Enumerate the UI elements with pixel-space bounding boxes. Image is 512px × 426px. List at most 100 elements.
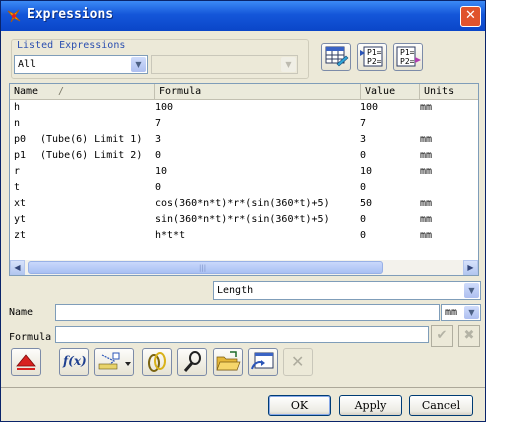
table-row[interactable]: h 100 100 mm xyxy=(10,100,478,116)
column-name-label: Name xyxy=(14,86,39,97)
export-file-button[interactable] xyxy=(248,348,278,376)
row-value: 0 xyxy=(360,182,367,193)
function-icon: f(x) xyxy=(63,354,87,368)
chevron-down-icon[interactable]: ▼ xyxy=(131,57,146,72)
scroll-left-button[interactable]: ◀ xyxy=(10,260,25,275)
row-value: 0 xyxy=(360,214,367,225)
column-value-label: Value xyxy=(365,86,396,97)
table-row[interactable]: p1 (Tube(6) Limit 2) 0 0 mm xyxy=(10,148,478,164)
row-units: mm xyxy=(420,166,433,177)
row-formula: 7 xyxy=(155,118,162,129)
chevron-down-icon[interactable]: ▼ xyxy=(464,306,479,319)
folder-open-icon xyxy=(216,351,241,371)
table-row[interactable]: xt cos(360*n*t)*r*(sin(360*t)+5) 50 mm xyxy=(10,196,478,212)
row-name: p0 xyxy=(14,134,27,145)
accept-formula-button[interactable]: ✔ xyxy=(431,325,453,347)
app-icon xyxy=(7,9,21,23)
name-input[interactable] xyxy=(55,304,440,321)
table-row[interactable]: r 10 10 mm xyxy=(10,164,478,180)
row-units: mm xyxy=(420,102,433,113)
delete-icon: ✕ xyxy=(291,352,305,371)
row-value: 50 xyxy=(360,198,373,209)
units-select[interactable]: mm ▼ xyxy=(441,304,481,321)
title-bar[interactable]: Expressions ✕ xyxy=(1,1,485,31)
function-button[interactable]: f(x) xyxy=(59,348,89,376)
chevron-down-icon[interactable]: ▼ xyxy=(464,283,479,298)
row-value: 3 xyxy=(360,134,367,145)
dimension-type-value: Length xyxy=(217,285,254,296)
row-units: mm xyxy=(420,230,433,241)
reject-formula-button[interactable]: ✖ xyxy=(458,325,480,347)
import-p1-label: P1= xyxy=(400,48,415,57)
formula-input[interactable] xyxy=(55,326,429,343)
row-formula: 100 xyxy=(155,102,174,113)
link-icon xyxy=(148,352,166,372)
table-row[interactable]: yt sin(360*n*t)*r*(sin(360*t)+5) 0 mm xyxy=(10,212,478,228)
chevron-down-icon: ▼ xyxy=(281,57,296,72)
row-comment: (Tube(6) Limit 1) xyxy=(40,134,143,145)
export-parameters-button[interactable]: P1= P2= xyxy=(357,43,387,71)
secondary-filter: ▼ xyxy=(151,55,298,74)
column-header-value[interactable]: Value xyxy=(361,84,420,99)
horizontal-scrollbar[interactable]: ◀ ||| ▶ xyxy=(10,260,478,275)
column-header-name[interactable]: Name / xyxy=(10,84,155,99)
row-value: 0 xyxy=(360,150,367,161)
import-p2-label: P2= xyxy=(400,57,415,66)
units-value: mm xyxy=(445,307,458,318)
spreadsheet-edit-button[interactable] xyxy=(321,43,351,71)
row-formula: sin(360*n*t)*r*(sin(360*t)+5) xyxy=(155,214,330,225)
listed-expressions-filter[interactable]: All ▼ xyxy=(14,55,148,74)
column-header-formula[interactable]: Formula xyxy=(155,84,361,99)
scrollbar-thumb[interactable]: ||| xyxy=(28,261,383,274)
close-button[interactable]: ✕ xyxy=(460,6,481,27)
export-p2-label: P2= xyxy=(367,57,382,66)
triangle-up-icon xyxy=(16,354,36,370)
table-row[interactable]: p0 (Tube(6) Limit 1) 3 3 mm xyxy=(10,132,478,148)
collapse-button[interactable] xyxy=(11,348,41,376)
column-units-label: Units xyxy=(424,86,455,97)
create-link-button[interactable] xyxy=(177,348,207,376)
row-value: 100 xyxy=(360,102,379,113)
check-icon: ✔ xyxy=(436,328,448,343)
row-formula: 10 xyxy=(155,166,168,177)
row-units: mm xyxy=(420,214,433,225)
open-file-button[interactable] xyxy=(213,348,243,376)
row-name: n xyxy=(14,118,21,129)
row-name: h xyxy=(14,102,21,113)
table-row[interactable]: zt h*t*t 0 mm xyxy=(10,228,478,244)
chain-link-icon xyxy=(183,351,201,372)
close-icon: ✕ xyxy=(465,8,476,23)
row-units: mm xyxy=(420,134,433,145)
filter-value: All xyxy=(18,59,37,70)
row-formula: h*t*t xyxy=(155,230,186,241)
ok-button[interactable]: OK xyxy=(268,395,331,416)
row-formula: cos(360*n*t)*r*(sin(360*t)+5) xyxy=(155,198,330,209)
row-formula: 0 xyxy=(155,182,162,193)
apply-button[interactable]: Apply xyxy=(339,395,402,416)
delete-expression-button: ✕ xyxy=(283,348,313,376)
export-p1-label: P1= xyxy=(367,48,382,57)
formula-label: Formula xyxy=(9,332,52,343)
row-name: p1 xyxy=(14,150,27,161)
row-name: zt xyxy=(14,230,27,241)
column-header-units[interactable]: Units xyxy=(420,84,478,99)
cancel-button[interactable]: Cancel xyxy=(409,395,473,416)
expressions-table[interactable]: Name / Formula Value Units h 100 100 mm … xyxy=(9,83,479,276)
row-units: mm xyxy=(420,198,433,209)
x-icon: ✖ xyxy=(463,328,475,343)
window-export-icon xyxy=(251,352,274,370)
listed-expressions-label: Listed Expressions xyxy=(17,40,126,51)
row-units: mm xyxy=(420,150,433,161)
row-name: xt xyxy=(14,198,27,209)
expressions-dialog: Expressions ✕ Listed Expressions All ▼ ▼… xyxy=(0,0,486,422)
link-expression-button[interactable] xyxy=(142,348,172,376)
scroll-right-button[interactable]: ▶ xyxy=(463,260,478,275)
row-formula: 0 xyxy=(155,150,162,161)
dimension-type-select[interactable]: Length ▼ xyxy=(213,281,481,300)
table-row[interactable]: t 0 0 xyxy=(10,180,478,196)
table-row[interactable]: n 7 7 xyxy=(10,116,478,132)
window-title: Expressions xyxy=(27,7,114,22)
import-parameters-button[interactable]: P1= P2= xyxy=(393,43,423,71)
measure-dropdown-button[interactable] xyxy=(94,348,134,376)
column-formula-label: Formula xyxy=(159,86,202,97)
